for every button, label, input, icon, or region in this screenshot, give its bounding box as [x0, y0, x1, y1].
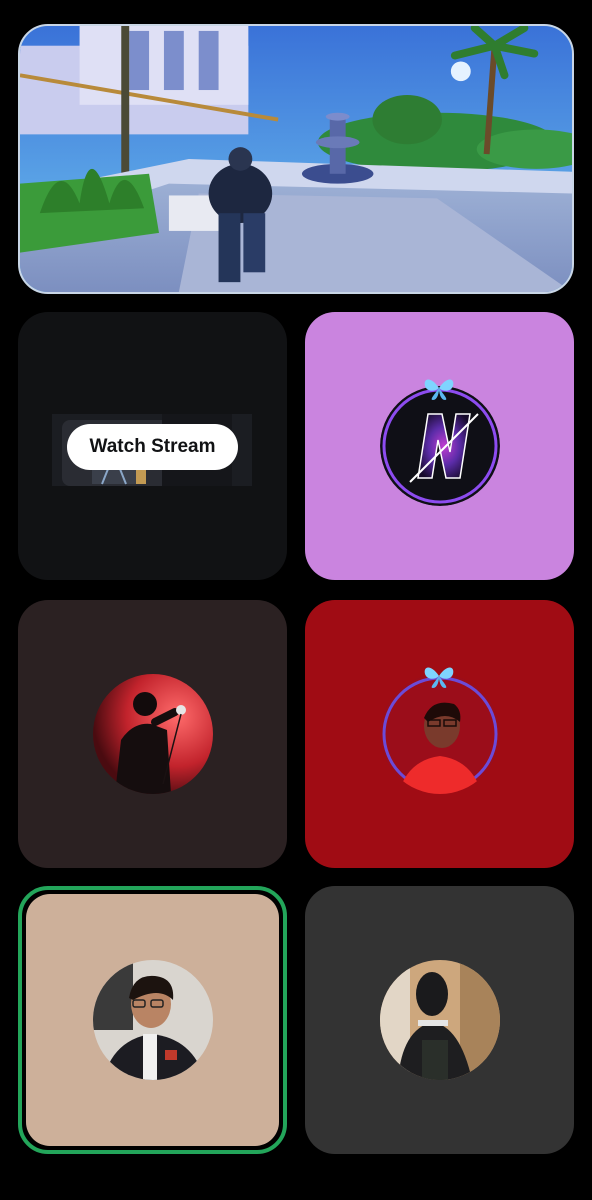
person-jacket-avatar	[92, 960, 213, 1080]
participant-tile-n-logo[interactable]	[305, 312, 574, 580]
participant-tile-singer[interactable]	[18, 600, 287, 868]
butterfly-icon	[424, 379, 454, 400]
screen-share-tile[interactable]	[18, 24, 574, 294]
watch-stream-button[interactable]: Watch Stream	[67, 424, 238, 470]
n-logo-avatar	[379, 386, 500, 506]
participant-tile-speaking[interactable]	[18, 886, 287, 1154]
person-red-avatar	[379, 674, 500, 794]
speaking-tile-inner	[26, 894, 279, 1146]
hooded-person-avatar	[379, 960, 500, 1080]
participant-tile-red[interactable]	[305, 600, 574, 868]
singer-mic-avatar	[92, 674, 213, 794]
game-screenshare-icon	[20, 26, 572, 292]
participant-tile-hooded[interactable]	[305, 886, 574, 1154]
butterfly-icon	[424, 667, 454, 688]
